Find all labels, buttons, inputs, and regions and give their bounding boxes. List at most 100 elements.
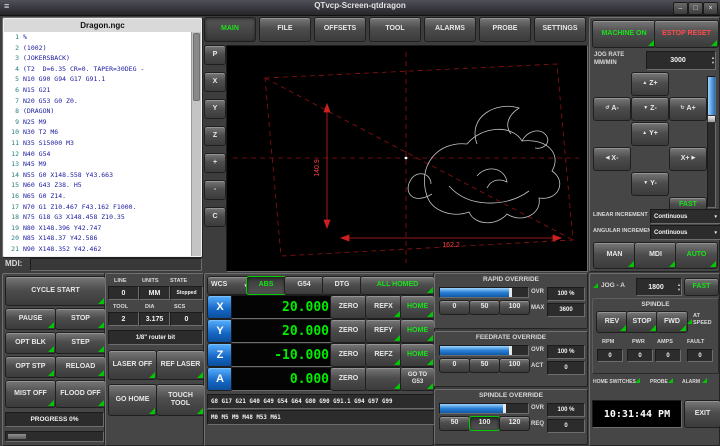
- axis-x-button[interactable]: X: [207, 295, 233, 319]
- angular-increment-select[interactable]: Continuous▼: [650, 225, 720, 240]
- gcode-line[interactable]: 11N35 S15000 M3: [4, 138, 192, 149]
- view-y-button[interactable]: Y: [204, 99, 226, 119]
- spindle-50-button[interactable]: 50: [439, 416, 470, 431]
- spindle-stop-button[interactable]: STOP: [626, 311, 658, 333]
- gcode-line[interactable]: 16N65 G0 Z14.: [4, 191, 192, 202]
- mode-mdi-button[interactable]: MDI: [634, 242, 677, 269]
- close-button[interactable]: ×: [703, 2, 718, 15]
- mdi-input[interactable]: [30, 258, 202, 271]
- minimize-button[interactable]: –: [673, 2, 688, 15]
- gremlin-preview-canvas[interactable]: 140.9 162.2: [226, 45, 588, 272]
- reload-button[interactable]: RELOAD: [55, 356, 106, 378]
- tab-file[interactable]: FILE: [259, 17, 311, 42]
- jog-speed-slider[interactable]: [707, 76, 716, 208]
- optional-block-button[interactable]: OPT BLK: [5, 332, 56, 354]
- jog-a-minus-button[interactable]: ↺A-: [593, 97, 631, 121]
- ref-x-button[interactable]: REFX: [365, 295, 402, 319]
- axis-a-button[interactable]: A: [207, 367, 233, 391]
- jog-y-minus-button[interactable]: ▼Y-: [631, 172, 669, 196]
- gcode-scrollbar[interactable]: [191, 32, 201, 256]
- gcode-line[interactable]: 12N40 G54: [4, 149, 192, 160]
- gcode-line[interactable]: 9N25 M9: [4, 117, 192, 128]
- spindle-override-slider[interactable]: [439, 403, 529, 414]
- gcode-line[interactable]: 21N90 X148.352 Y42.462: [4, 244, 192, 255]
- home-z-button[interactable]: HOME: [400, 343, 435, 367]
- stop-button[interactable]: STOP: [55, 308, 106, 330]
- view-x-button[interactable]: X: [204, 72, 226, 92]
- gcode-line[interactable]: 17N70 G1 Z10.467 F43.162 F1000.: [4, 202, 192, 213]
- gcode-line[interactable]: 3(JOKERSBACK): [4, 53, 192, 64]
- gcode-line[interactable]: 19N80 X148.396 Y42.747: [4, 223, 192, 234]
- jog-x-minus-button[interactable]: ◀X-: [593, 147, 631, 171]
- gcode-line[interactable]: 13N45 M9: [4, 159, 192, 170]
- feed-100-button[interactable]: 100: [499, 358, 530, 373]
- mist-button[interactable]: MIST OFF: [5, 380, 56, 408]
- ref-z-button[interactable]: REFZ: [365, 343, 402, 367]
- view-z-button[interactable]: Z: [204, 126, 226, 146]
- zoom-out-button[interactable]: -: [204, 180, 226, 200]
- linear-increment-select[interactable]: Continuous▼: [650, 209, 720, 224]
- axis-z-button[interactable]: Z: [207, 343, 233, 367]
- bottom-slider[interactable]: [5, 431, 104, 442]
- abs-button[interactable]: ABS: [246, 276, 286, 295]
- optional-stop-button[interactable]: OPT STP: [5, 356, 56, 378]
- gcode-scrollbar-thumb[interactable]: [193, 33, 200, 101]
- gcode-line[interactable]: 18N75 G18 G3 X148.458 Z10.35: [4, 212, 192, 223]
- gcode-line[interactable]: 2(1002): [4, 43, 192, 54]
- jog-rate-spinbox[interactable]: 3000 ▲ ▼: [646, 51, 716, 70]
- tab-alarms[interactable]: ALARMS: [424, 17, 476, 42]
- step-button[interactable]: STEP: [55, 332, 106, 354]
- all-homed-button[interactable]: ALL HOMED: [360, 276, 435, 295]
- machine-on-button[interactable]: MACHINE ON: [592, 20, 656, 48]
- feed-0-button[interactable]: 0: [439, 358, 470, 373]
- zero-y-button[interactable]: ZERO: [330, 319, 367, 343]
- flood-button[interactable]: FLOOD OFF: [55, 380, 106, 408]
- tab-settings[interactable]: SETTINGS: [534, 17, 586, 42]
- gcode-editor[interactable]: 1%2(1002)3(JOKERSBACK)4(T2 D=6.35 CR=0. …: [4, 32, 192, 256]
- tab-offsets[interactable]: OFFSETS: [314, 17, 366, 42]
- touch-tool-button[interactable]: TOUCH TOOL: [156, 384, 205, 416]
- spindle-rev-button[interactable]: REV: [596, 311, 628, 333]
- estop-reset-button[interactable]: ESTOP RESET: [654, 20, 719, 48]
- home-x-button[interactable]: HOME: [400, 295, 435, 319]
- gcode-line[interactable]: 8(DRAGON): [4, 106, 192, 117]
- gcode-line[interactable]: 14N55 G0 X148.558 Y43.663: [4, 170, 192, 181]
- gcode-line[interactable]: 5N10 G90 G94 G17 G91.1: [4, 74, 192, 85]
- go-to-g53-button[interactable]: GO TO G53: [400, 367, 435, 391]
- ref-y-button[interactable]: REFY: [365, 319, 402, 343]
- mode-manual-button[interactable]: MAN: [593, 242, 636, 269]
- jog-x-plus-button[interactable]: X+▶: [669, 147, 707, 171]
- tab-probe[interactable]: PROBE: [479, 17, 531, 42]
- spindle-fwd-button[interactable]: FWD: [656, 311, 688, 333]
- gcode-line[interactable]: 4(T2 D=6.35 CR=0. TAPER=30DEG -: [4, 64, 192, 75]
- bottom-slider-handle[interactable]: [7, 433, 27, 440]
- cycle-start-button[interactable]: CYCLE START: [5, 276, 106, 306]
- laser-button[interactable]: LASER OFF: [108, 350, 157, 380]
- rapid-override-slider[interactable]: [439, 287, 529, 298]
- feed-50-button[interactable]: 50: [469, 358, 500, 373]
- zero-x-button[interactable]: ZERO: [330, 295, 367, 319]
- spin-down-icon[interactable]: ▼: [711, 61, 715, 65]
- exit-button[interactable]: EXIT: [684, 400, 720, 428]
- axis-y-button[interactable]: Y: [207, 319, 233, 343]
- jog-a-fast-button[interactable]: FAST: [684, 278, 719, 296]
- pause-button[interactable]: PAUSE: [5, 308, 56, 330]
- ref-a-button[interactable]: [365, 367, 402, 391]
- home-y-button[interactable]: HOME: [400, 319, 435, 343]
- jog-y-plus-button[interactable]: ▲Y+: [631, 122, 669, 146]
- rapid-50-button[interactable]: 50: [469, 300, 500, 315]
- maximize-button[interactable]: □: [688, 2, 703, 15]
- gcode-line[interactable]: 20N85 X148.37 Y42.586: [4, 233, 192, 244]
- gcode-line[interactable]: 7N20 G53 G0 Z0.: [4, 96, 192, 107]
- gcode-line[interactable]: 6N15 G21: [4, 85, 192, 96]
- gcode-line[interactable]: 15N60 G43 Z38. H5: [4, 180, 192, 191]
- spin-up-icon[interactable]: ▲: [677, 283, 681, 287]
- feedrate-override-slider[interactable]: [439, 345, 529, 356]
- mode-auto-button[interactable]: AUTO: [675, 242, 718, 269]
- go-home-button[interactable]: GO HOME: [108, 384, 157, 416]
- zoom-in-button[interactable]: +: [204, 153, 226, 173]
- g54-button[interactable]: G54: [284, 276, 324, 295]
- jog-speed-slider-handle[interactable]: [707, 115, 716, 123]
- clear-view-button[interactable]: C: [204, 207, 226, 227]
- rapid-0-button[interactable]: 0: [439, 300, 470, 315]
